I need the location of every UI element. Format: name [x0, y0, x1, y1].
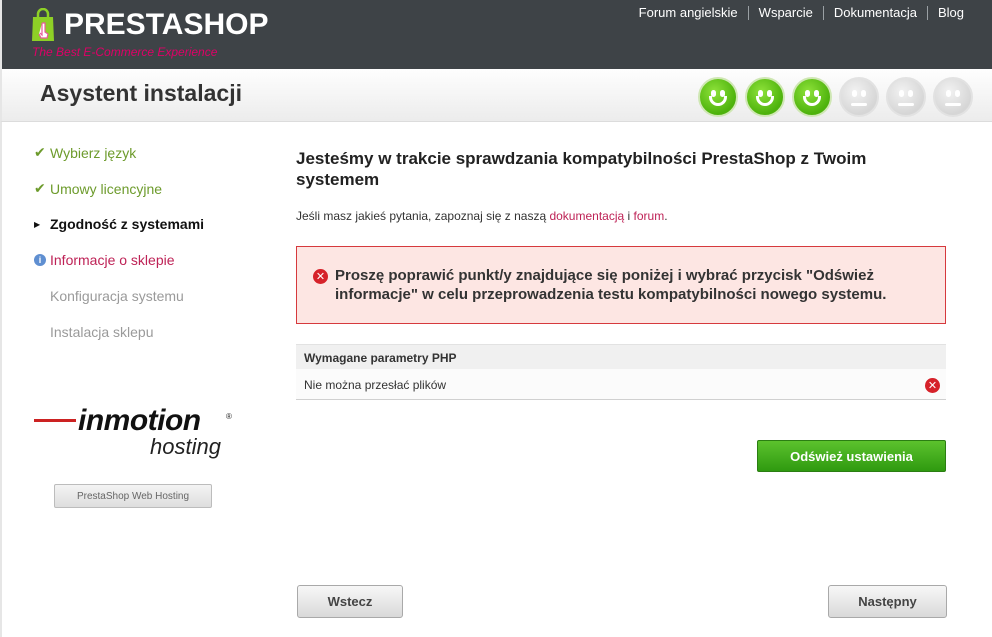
sidebar-step-compatibility: ▶ Zgodność z systemami [34, 216, 204, 232]
sidebar-step-language[interactable]: ✔ Wybierz język [34, 144, 136, 161]
forum-link[interactable]: forum [634, 209, 665, 223]
partner-logo-subtext: hosting [150, 434, 221, 459]
sidebar-step-store-info[interactable]: i Informacje o sklepie [34, 252, 175, 268]
nav-docs-link[interactable]: Dokumentacja [834, 5, 917, 20]
logo-wordmark: PRESTASHOP [64, 8, 269, 41]
sidebar-step-license[interactable]: ✔ Umowy licencyjne [34, 180, 162, 197]
help-text: Jeśli masz jakieś pytania, zapoznaj się … [296, 209, 668, 223]
sidebar: ✔ Wybierz język ✔ Umowy licencyjne ▶ Zgo… [0, 122, 260, 637]
smiley-happy-icon [698, 77, 738, 117]
next-button[interactable]: Następny [828, 585, 947, 618]
refresh-settings-button[interactable]: Odśwież ustawienia [757, 440, 946, 472]
sidebar-step-label: Instalacja sklepu [50, 324, 154, 340]
sidebar-step-label: Zgodność z systemami [50, 216, 205, 232]
progress-smileys [698, 77, 980, 117]
checkmark-icon: ✔ [34, 180, 46, 196]
triangle-right-icon: ▶ [34, 219, 41, 229]
nav-divider [926, 5, 928, 20]
info-icon: i [34, 254, 50, 266]
smiley-neutral-icon [933, 77, 973, 117]
error-alert: ✕ Proszę poprawić punkt/y znajdujące się… [296, 246, 946, 324]
nav-forum-link[interactable]: Forum angielskie [639, 5, 738, 20]
back-button[interactable]: Wstecz [297, 585, 403, 618]
inmotion-hosting-logo[interactable]: inmotion ® hosting [34, 404, 234, 464]
logo-swoosh [34, 419, 76, 422]
smiley-happy-icon [745, 77, 785, 117]
sidebar-step-system-config: Konfiguracja systemu [34, 288, 184, 304]
logo-tagline: The Best E-Commerce Experience [32, 45, 218, 59]
error-icon: ✕ [313, 269, 328, 284]
prestashop-logo[interactable]: PRESTASHOP The Best E-Commerce Experienc… [30, 6, 268, 64]
shopping-bag-icon [32, 8, 54, 41]
sidebar-step-store-install: Instalacja sklepu [34, 324, 154, 340]
requirement-label: Nie można przesłać plików [304, 378, 447, 392]
section-title: Jesteśmy w trakcie sprawdzania kompatybi… [296, 149, 867, 189]
sidebar-step-label: Umowy licencyjne [50, 180, 163, 197]
table-header: Wymagane parametry PHP [296, 344, 946, 369]
registered-mark: ® [226, 412, 232, 421]
smiley-neutral-icon [886, 77, 926, 117]
web-hosting-button[interactable]: PrestaShop Web Hosting [54, 484, 212, 508]
php-requirements-table: Wymagane parametry PHP Nie można przesła… [296, 344, 946, 400]
nav-divider [747, 5, 749, 20]
page-title: Asystent instalacji [40, 80, 242, 106]
nav-support-link[interactable]: Wsparcie [759, 5, 813, 20]
sidebar-step-label: Konfiguracja systemu [50, 288, 184, 304]
error-icon: ✕ [925, 378, 940, 393]
smiley-happy-icon [792, 77, 832, 117]
error-message: Proszę poprawić punkt/y znajdujące się p… [335, 267, 887, 303]
table-row: Nie można przesłać plików ✕ [296, 369, 946, 400]
nav-divider [822, 5, 824, 20]
top-header: PRESTASHOP The Best E-Commerce Experienc… [0, 0, 992, 69]
sidebar-step-label: Informacje o sklepie [50, 252, 175, 268]
partner-logo-text: inmotion [78, 404, 201, 437]
checkmark-icon: ✔ [34, 144, 46, 160]
smiley-neutral-icon [839, 77, 879, 117]
documentation-link[interactable]: dokumentacją [549, 209, 624, 223]
top-nav: Forum angielskie Wsparcie Dokumentacja B… [639, 5, 964, 20]
title-band: Asystent instalacji [0, 69, 992, 122]
nav-blog-link[interactable]: Blog [938, 5, 964, 20]
sidebar-step-label: Wybierz język [50, 144, 137, 161]
